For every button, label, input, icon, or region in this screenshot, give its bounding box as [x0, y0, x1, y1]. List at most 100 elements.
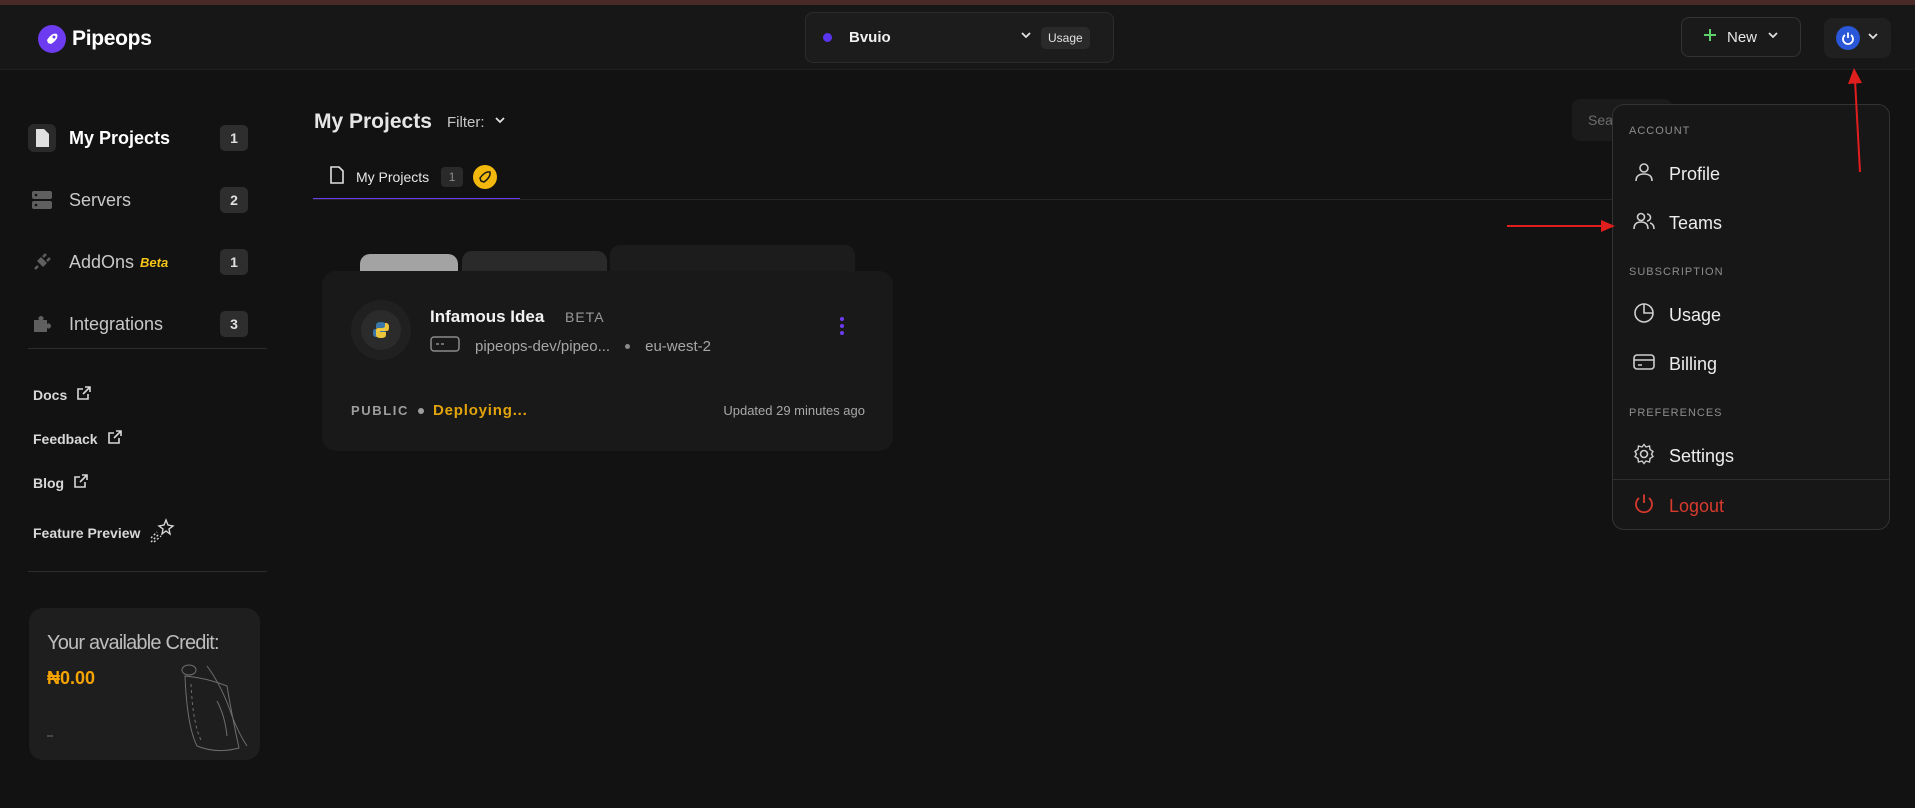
sidebar-link-label: Docs: [33, 386, 68, 403]
external-link-icon: [76, 385, 92, 404]
menu-item-settings[interactable]: Settings: [1633, 443, 1734, 470]
file-icon: [329, 165, 345, 189]
sidebar-link-feedback[interactable]: Feedback: [33, 429, 123, 448]
chevron-down-icon: [1766, 28, 1780, 46]
top-bar: Pipeops Bvuio Usage New: [0, 5, 1915, 70]
sidebar-link-label: Feature Preview: [33, 524, 141, 541]
project-status-row: PUBLIC Deploying...: [351, 402, 528, 419]
menu-section-label: PREFERENCES: [1629, 407, 1723, 419]
annotation-arrow-icon: [1507, 220, 1615, 232]
menu-item-usage[interactable]: Usage: [1633, 302, 1721, 329]
sidebar-item-integrations[interactable]: Integrations 3: [28, 306, 248, 342]
plug-icon: [28, 248, 56, 276]
sidebar-item-label: Servers: [69, 189, 132, 210]
sidebar-link-label: Feedback: [33, 430, 98, 447]
brand-logo[interactable]: Pipeops: [38, 25, 152, 53]
server-icon: [28, 186, 56, 214]
count-badge: 1: [220, 249, 248, 275]
sidebar-link-docs[interactable]: Docs: [33, 385, 92, 404]
sparkle-icon: [149, 518, 176, 547]
sidebar-item-label: My Projects: [69, 127, 171, 148]
user-icon: [1633, 161, 1655, 188]
sidebar-link-blog[interactable]: Blog: [33, 473, 89, 492]
sidebar-divider: [28, 571, 267, 572]
sidebar-divider: [28, 348, 267, 349]
credit-title: Your available Credit:: [47, 632, 220, 654]
sidebar-item-label: Integrations: [69, 313, 164, 334]
project-card[interactable]: Infamous Idea BETA pipeops-dev/pipeo... …: [322, 271, 893, 451]
menu-item-billing[interactable]: Billing: [1633, 351, 1717, 378]
project-region: eu-west-2: [645, 337, 711, 355]
logout-button[interactable]: Logout: [1633, 493, 1724, 520]
new-button-label: New: [1726, 28, 1757, 46]
chevron-down-icon[interactable]: [1019, 28, 1033, 47]
sidebar-item-servers[interactable]: Servers 2: [28, 182, 248, 218]
workspace-dot-icon: [823, 33, 832, 42]
menu-item-label: Teams: [1669, 213, 1723, 233]
decorative-mark-icon: [47, 735, 53, 737]
count-badge: 2: [220, 187, 248, 213]
tab-count-badge: 1: [441, 167, 464, 187]
tab-divider: [313, 199, 1613, 200]
workspace-name: Bvuio: [849, 29, 891, 46]
workspace-usage-button[interactable]: Usage: [1041, 26, 1090, 49]
credit-card: Your available Credit: ₦0.00: [29, 608, 260, 760]
project-visibility: PUBLIC: [351, 403, 409, 418]
sidebar-item-label: AddOns: [69, 251, 135, 272]
credit-value: ₦0.00: [47, 668, 96, 688]
chevron-down-icon: [1866, 29, 1880, 48]
project-updated: Updated 29 minutes ago: [723, 403, 865, 418]
sidebar-link-feature-preview[interactable]: Feature Preview: [33, 518, 176, 547]
separator-dot: [418, 407, 424, 414]
menu-item-label: Profile: [1669, 164, 1721, 184]
server-icon: [430, 336, 460, 356]
status-badge: Deploying...: [433, 402, 528, 419]
project-repo: pipeops-dev/pipeo...: [475, 337, 611, 355]
project-name: Infamous Idea: [430, 307, 545, 326]
project-beta-tag: BETA: [565, 309, 605, 325]
brand-name: Pipeops: [72, 27, 152, 50]
power-icon: [1633, 493, 1655, 520]
menu-item-teams[interactable]: Teams: [1633, 210, 1722, 237]
puzzle-icon: [28, 310, 56, 338]
users-icon: [1633, 210, 1655, 237]
sidebar: My Projects 1 Servers 2 AddOns Beta 1 In…: [0, 71, 275, 808]
menu-item-label: Settings: [1669, 446, 1735, 466]
logout-label: Logout: [1669, 496, 1725, 516]
count-badge: 3: [220, 311, 248, 337]
count-badge: 1: [220, 125, 248, 151]
account-menu-button[interactable]: [1824, 18, 1891, 58]
menu-item-profile[interactable]: Profile: [1633, 161, 1720, 188]
external-link-icon: [73, 473, 89, 492]
credit-card-icon: [1633, 351, 1655, 378]
file-icon: [28, 124, 56, 152]
gear-icon: [1633, 443, 1655, 470]
wallet-illustration-icon: [181, 664, 248, 752]
separator-dot: [625, 343, 631, 349]
rocket-icon: [473, 165, 498, 189]
sidebar-link-label: Blog: [33, 474, 65, 491]
beta-tag: Beta: [140, 254, 169, 270]
tab-label: My Projects: [356, 169, 430, 185]
external-link-icon: [107, 429, 123, 448]
chevron-down-icon: [493, 113, 507, 131]
sidebar-item-addons[interactable]: AddOns Beta 1: [28, 244, 248, 280]
python-icon: [351, 300, 411, 360]
more-options-icon[interactable]: [840, 317, 844, 335]
tab-my-projects[interactable]: My Projects 1: [313, 156, 520, 200]
annotation-arrow-icon: [1848, 68, 1862, 173]
sidebar-item-my-projects[interactable]: My Projects 1: [28, 120, 248, 156]
page-title: My Projects: [314, 110, 432, 133]
menu-item-label: Billing: [1669, 354, 1718, 374]
menu-item-label: Usage: [1669, 305, 1722, 325]
new-button[interactable]: New: [1681, 17, 1801, 57]
plus-icon: [1702, 27, 1718, 47]
avatar: [1835, 26, 1860, 50]
menu-section-label: ACCOUNT: [1629, 125, 1691, 137]
menu-section-label: SUBSCRIPTION: [1629, 266, 1724, 278]
filter-dropdown[interactable]: Filter:: [447, 113, 507, 131]
filter-label: Filter:: [447, 113, 485, 131]
project-meta: pipeops-dev/pipeo... eu-west-2: [430, 336, 711, 356]
workspace-switcher[interactable]: Bvuio Usage: [805, 12, 1114, 63]
rocket-logo-icon: [38, 25, 66, 53]
